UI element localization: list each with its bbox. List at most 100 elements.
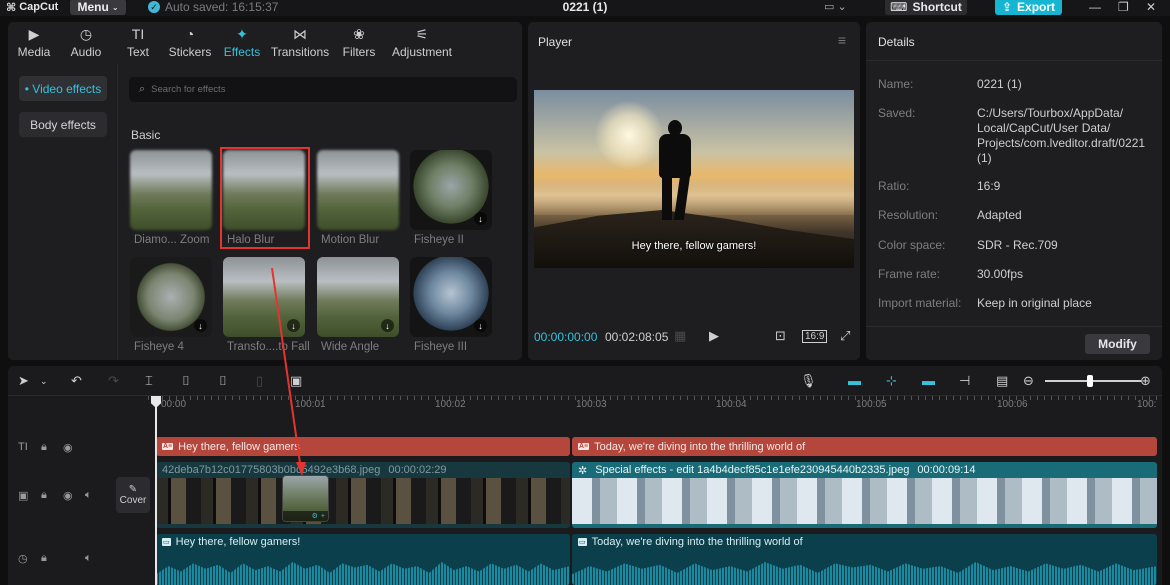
zoom-slider-track[interactable]: [1045, 380, 1141, 382]
search-input[interactable]: ⌕ Search for effects: [129, 77, 517, 102]
audio-clip[interactable]: ▭ Today, we're diving into the thrilling…: [572, 534, 1157, 585]
timeline-view-icon[interactable]: ▦: [674, 328, 686, 344]
detail-value: 16:9: [977, 179, 1001, 193]
sidebar-item-video-effects[interactable]: • Video effects: [19, 76, 107, 101]
effect-card[interactable]: ↓ Fisheye III: [410, 257, 492, 357]
expand-icon[interactable]: ⤢: [840, 328, 850, 344]
effect-card[interactable]: ↓ Wide Angle: [317, 257, 399, 357]
dragged-effect-thumbnail[interactable]: ⚙ +: [283, 476, 328, 521]
detail-label: Import material:: [878, 296, 962, 310]
effect-thumbnail: [130, 150, 212, 230]
tab-audio[interactable]: ◷ Audio: [60, 22, 112, 64]
zoom-slider-knob[interactable]: [1087, 375, 1093, 387]
shortcut-button[interactable]: ⌨ Shortcut: [885, 0, 967, 15]
ratio-button[interactable]: 16:9: [802, 330, 828, 343]
export-button[interactable]: ⇪ Export: [995, 0, 1062, 15]
layout-icon[interactable]: ▭ ⌄: [824, 0, 847, 13]
download-icon[interactable]: ↓: [194, 319, 207, 332]
speaker-icon[interactable]: 🔈︎: [85, 489, 92, 502]
play-icon[interactable]: ▶: [709, 328, 719, 344]
zoom-out-icon[interactable]: ⊖: [1023, 373, 1034, 389]
screenshot-icon[interactable]: ▣: [290, 373, 302, 389]
tab-media[interactable]: ▶ Media: [8, 22, 60, 64]
audio-clip-label: Hey there, fellow gamers!: [175, 536, 301, 548]
lock-icon[interactable]: 🔒︎: [41, 489, 47, 502]
detail-value: SDR - Rec.709: [977, 238, 1058, 252]
effect-card[interactable]: Diamo... Zoom: [130, 150, 212, 250]
cover-label: Cover: [119, 495, 147, 506]
eye-icon[interactable]: ◉: [63, 489, 73, 502]
fullscreen-frame-icon[interactable]: ⊡: [775, 328, 786, 344]
subtitle-icon[interactable]: ▤: [996, 373, 1008, 389]
microphone-icon[interactable]: 🎙: [800, 373, 817, 389]
download-icon[interactable]: ↓: [287, 319, 300, 332]
chevron-down-icon[interactable]: ⌄: [40, 376, 48, 387]
speaker-icon[interactable]: 🔈︎: [85, 552, 92, 565]
detail-value: Adapted: [977, 208, 1022, 222]
detail-value: 30.00fps: [977, 267, 1024, 281]
drag-indicator: ⚙ +: [283, 511, 328, 521]
effect-label: Fisheye 4: [134, 341, 184, 353]
search-icon: ⌕: [139, 83, 146, 95]
undo-icon[interactable]: ↶: [71, 373, 82, 389]
time-ruler[interactable]: 00:00 100:01 100:02 100:03 100:04 100:05…: [148, 396, 1162, 412]
tab-adjustment[interactable]: ⚟ Adjustment: [386, 22, 458, 64]
effect-card[interactable]: ↓ Fisheye 4: [130, 257, 212, 357]
download-icon[interactable]: ↓: [381, 319, 394, 332]
select-cursor-icon[interactable]: ➤: [18, 373, 29, 389]
text-clip[interactable]: A≡ Hey there, fellow gamers: [156, 437, 570, 456]
hiker-silhouette: [652, 120, 698, 220]
lock-icon[interactable]: 🔒︎: [41, 441, 47, 454]
tab-effects[interactable]: ✦ Effects: [216, 22, 268, 64]
tab-transitions[interactable]: ⋈ Transitions: [268, 22, 332, 64]
text-track-header: TI 🔒︎ ◉: [8, 436, 148, 460]
tab-label: Effects: [223, 45, 261, 59]
logo-text: CapCut: [19, 1, 59, 13]
keyboard-icon: ⌨: [890, 0, 908, 14]
effect-card[interactable]: Motion Blur: [317, 150, 399, 250]
effect-card[interactable]: ↓ Fisheye II: [410, 150, 492, 250]
close-icon[interactable]: ✕: [1146, 0, 1156, 14]
eye-icon[interactable]: ◉: [63, 441, 73, 454]
sidebar-item-body-effects[interactable]: Body effects: [19, 112, 107, 137]
modify-button[interactable]: Modify: [1085, 334, 1150, 354]
video-clip[interactable]: ✲ Special effects - edit 1a4b4decf85c1e1…: [572, 462, 1157, 528]
video-preview[interactable]: Hey there, fellow gamers!: [534, 90, 854, 268]
delete-icon[interactable]: ▯: [256, 373, 263, 389]
auto-snap-icon[interactable]: ⊹: [886, 373, 897, 389]
tab-filters[interactable]: ❀ Filters: [332, 22, 386, 64]
restore-icon[interactable]: ❐: [1118, 0, 1129, 14]
download-icon[interactable]: ↓: [474, 319, 487, 332]
lock-icon[interactable]: 🔒︎: [41, 552, 47, 565]
audio-clip[interactable]: ▭ Hey there, fellow gamers!: [156, 534, 570, 585]
settings-icon: ⚙: [311, 513, 318, 520]
video-clip[interactable]: 42deba7b12c01775803b0bc5492e3b68.jpeg 00…: [156, 462, 570, 528]
download-icon[interactable]: ↓: [474, 212, 487, 225]
playhead[interactable]: [155, 396, 157, 585]
player-controls: 00:00:00:00 00:02:08:05 ▦ ▶ ⊡ 16:9 ⤢: [528, 328, 860, 348]
tab-text[interactable]: TI Text: [112, 22, 164, 64]
preview-axis-icon[interactable]: ⊣: [959, 373, 970, 389]
zoom-in-icon[interactable]: ⊕: [1140, 373, 1151, 389]
split-icon[interactable]: ⌶: [145, 373, 153, 389]
menu-button[interactable]: Menu ⌄: [70, 0, 126, 15]
duration-timecode: 00:02:08:05: [605, 330, 669, 344]
video-track-icon: ▣: [18, 490, 29, 502]
shortcut-label: Shortcut: [912, 0, 962, 14]
split-left-icon[interactable]: ⌷: [182, 373, 190, 389]
cover-button[interactable]: ✎ Cover: [116, 477, 150, 513]
detail-label: Name:: [878, 77, 914, 91]
effects-panel: ▶ Media ◷ Audio TI Text ◔ Stickers ✦ Effects …: [8, 22, 522, 360]
text-clip[interactable]: A≡ Today, we're diving into the thrillin…: [572, 437, 1157, 456]
main-track-magnet-icon[interactable]: ▬: [848, 373, 861, 388]
divider: [866, 60, 1162, 61]
redo-icon[interactable]: ↷: [108, 373, 119, 389]
effect-label: Transfo....to Fall: [227, 341, 310, 353]
linkage-icon[interactable]: ▬: [922, 373, 935, 388]
minimize-icon[interactable]: —: [1089, 0, 1101, 14]
text-clip-icon: A≡: [578, 443, 590, 450]
tab-stickers[interactable]: ◔ Stickers: [164, 22, 216, 64]
hamburger-menu-icon[interactable]: ≡: [838, 32, 846, 48]
effect-card[interactable]: ↓ Transfo....to Fall: [223, 257, 310, 357]
split-right-icon[interactable]: ⌷: [219, 373, 227, 389]
